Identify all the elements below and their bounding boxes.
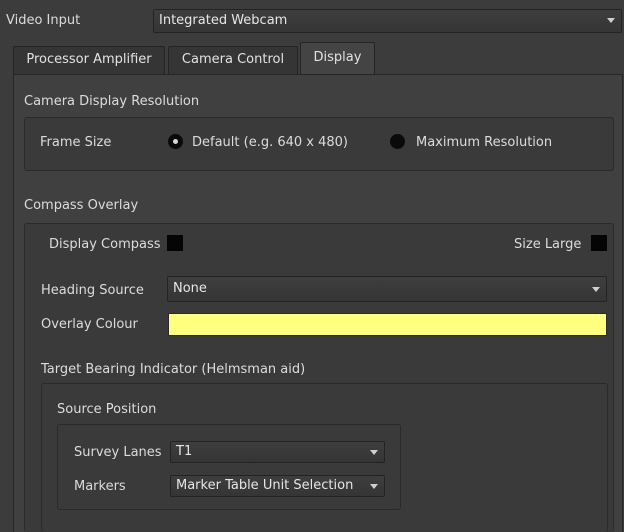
heading-source-label: Heading Source (41, 283, 144, 298)
survey-lanes-select[interactable]: T1 (170, 441, 385, 463)
markers-value: Marker Table Unit Selection (176, 478, 354, 493)
maximum-resolution-label[interactable]: Maximum Resolution (416, 135, 552, 151)
display-compass-checkbox[interactable] (167, 235, 183, 251)
default-resolution-label[interactable]: Default (e.g. 640 x 480) (192, 135, 348, 151)
tab-display[interactable]: Display (300, 42, 375, 75)
compass-section-title: Compass Overlay (24, 198, 139, 213)
chevron-down-icon (592, 287, 600, 292)
tab-label: Camera Control (181, 52, 285, 67)
display-compass-label: Display Compass (49, 237, 161, 252)
chevron-down-icon (370, 450, 378, 455)
survey-lanes-label: Survey Lanes (74, 445, 162, 460)
source-position-title: Source Position (57, 402, 157, 417)
tab-processor-amplifier[interactable]: Processor Amplifier (13, 46, 165, 74)
chevron-down-icon (370, 484, 378, 489)
heading-source-value: None (173, 281, 207, 296)
markers-select[interactable]: Marker Table Unit Selection (170, 475, 385, 497)
size-large-checkbox[interactable] (591, 235, 607, 251)
overlay-colour-swatch[interactable] (168, 313, 607, 336)
settings-panel: Video Input Integrated Webcam Processor … (0, 0, 624, 532)
video-input-select[interactable]: Integrated Webcam (153, 9, 622, 33)
chevron-down-icon (607, 18, 615, 23)
video-input-value: Integrated Webcam (159, 13, 288, 28)
heading-source-select[interactable]: None (167, 276, 607, 302)
frame-size-label: Frame Size (40, 135, 112, 150)
resolution-section-title: Camera Display Resolution (24, 94, 200, 109)
tab-camera-control[interactable]: Camera Control (168, 46, 298, 74)
size-large-label: Size Large (514, 237, 582, 252)
overlay-colour-label: Overlay Colour (41, 317, 138, 332)
tab-label: Display (313, 50, 362, 65)
radio-default-resolution[interactable] (168, 134, 183, 149)
source-position-group (57, 424, 401, 510)
survey-lanes-value: T1 (176, 444, 193, 459)
markers-label: Markers (74, 479, 126, 494)
radio-maximum-resolution[interactable] (390, 134, 405, 149)
video-input-label: Video Input (6, 13, 81, 28)
target-bearing-title: Target Bearing Indicator (Helmsman aid) (41, 362, 306, 377)
tab-label: Processor Amplifier (26, 52, 152, 67)
